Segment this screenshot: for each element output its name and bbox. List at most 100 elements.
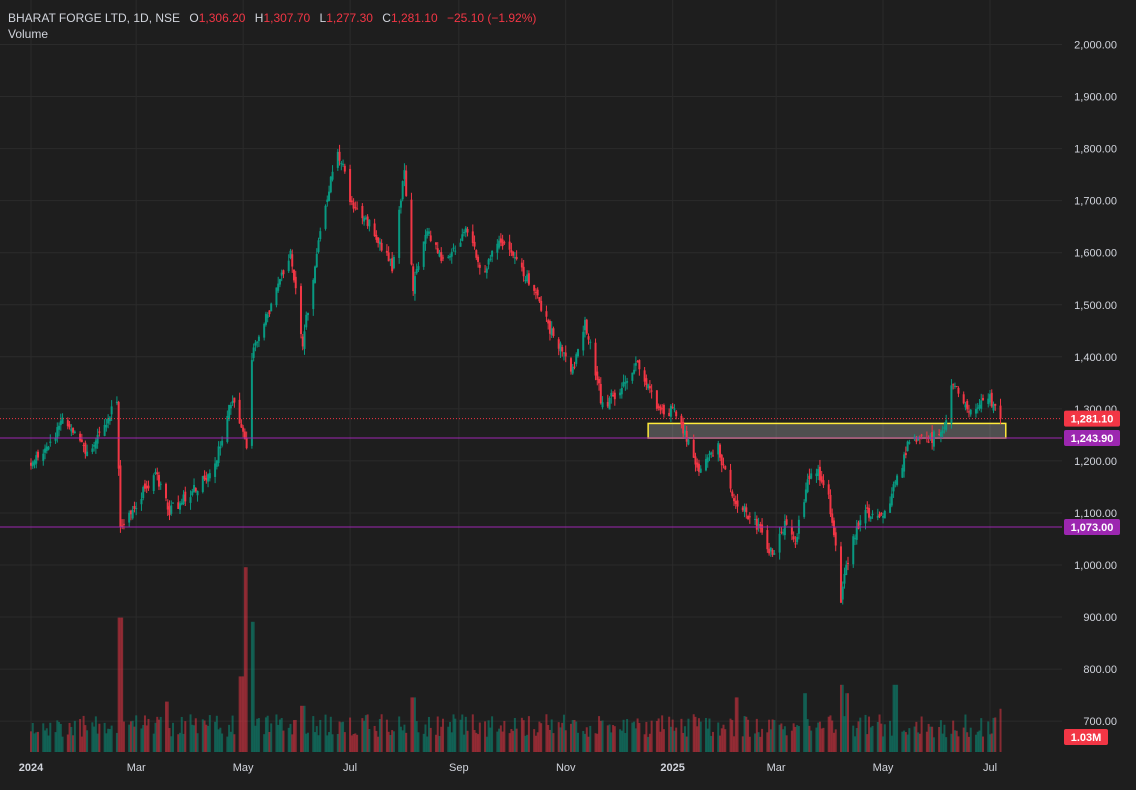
candle-body: [803, 502, 806, 517]
candle-body: [342, 164, 345, 166]
support-zone-rectangle[interactable]: [647, 422, 1007, 439]
candle-body: [510, 250, 513, 253]
volume-bar: [962, 727, 965, 752]
volume-bar: [201, 719, 204, 752]
candle-body: [91, 448, 94, 452]
volume-bar: [797, 726, 800, 752]
candle-body: [662, 405, 665, 415]
candle-body: [201, 476, 204, 492]
y-tick-label: 1,000.00: [1074, 560, 1117, 572]
volume-bar: [424, 724, 427, 752]
volume-bar: [804, 693, 807, 752]
volume-bar: [929, 726, 932, 752]
candle-body: [661, 408, 664, 410]
candle-body: [582, 331, 585, 351]
volume-bar: [927, 723, 930, 752]
candle-body: [717, 443, 720, 455]
volume-bar: [289, 723, 292, 752]
volume-bar: [710, 735, 713, 752]
candle-body: [312, 279, 315, 310]
x-tick-label: Sep: [449, 762, 469, 774]
volume-bar: [324, 714, 327, 752]
candle-body: [969, 409, 972, 415]
candle-body: [876, 515, 879, 518]
volume-legend: Volume: [8, 27, 49, 41]
candle-body: [981, 397, 984, 401]
volume-bar: [208, 715, 211, 752]
candle-body: [596, 371, 599, 380]
volume-bar: [449, 721, 452, 752]
volume-bar: [121, 617, 124, 752]
candle-body: [473, 241, 476, 247]
candle-body: [808, 475, 811, 480]
candle-body: [59, 420, 62, 426]
candle-body: [785, 519, 788, 525]
volume-bar: [191, 724, 194, 752]
volume-bar: [729, 718, 732, 752]
price-chart[interactable]: 2,000.00 1,900.00 1,800.00 1,700.00 1,600.00…: [0, 0, 1136, 790]
volume-bar: [720, 728, 723, 752]
candle-body: [854, 537, 857, 539]
candle-body: [550, 328, 553, 336]
volume-bar: [250, 621, 253, 752]
volume-bar: [638, 722, 641, 752]
volume-bar: [964, 714, 967, 752]
candle-body: [122, 523, 125, 525]
candle-body: [471, 231, 474, 244]
volume-bar: [817, 722, 820, 752]
candle-body: [452, 247, 455, 249]
candle-body: [734, 500, 737, 504]
volume-bar: [575, 721, 578, 752]
candle-body: [499, 238, 502, 243]
support-line-price-label: 1,073.00: [1071, 522, 1114, 534]
volume-bar: [669, 726, 672, 752]
volume-bar: [766, 732, 769, 752]
volume-bar: [412, 697, 415, 752]
volume-bar: [166, 701, 169, 752]
candle-body: [380, 242, 383, 251]
candle-body: [119, 465, 122, 528]
volume-bar: [831, 720, 834, 752]
volume-bar: [868, 716, 871, 752]
candle-body: [547, 320, 550, 324]
candle-body: [939, 432, 942, 437]
candle-body: [938, 434, 941, 436]
candle-body: [908, 442, 911, 444]
candle-body: [164, 483, 167, 499]
volume-bar: [47, 735, 50, 752]
volume-bar: [655, 720, 658, 752]
volume-bar: [599, 720, 602, 752]
volume-bar: [883, 724, 886, 752]
candle-body: [943, 427, 946, 429]
volume-bar: [275, 714, 278, 752]
candle-body: [108, 417, 111, 422]
candle-body: [953, 385, 956, 387]
candle-body: [906, 441, 909, 452]
x-tick-label: 2024: [19, 762, 44, 774]
candle-body: [526, 274, 529, 282]
candle-body: [291, 254, 294, 267]
candle-body: [256, 341, 259, 343]
candle-body: [796, 536, 799, 543]
volume-bar: [683, 726, 686, 752]
volume-bar: [854, 736, 857, 752]
y-tick-label: 700.00: [1083, 716, 1117, 728]
volume-bar: [366, 714, 369, 752]
volume-bar: [361, 718, 364, 752]
volume-bar: [242, 676, 245, 752]
volume-bar: [328, 732, 331, 752]
volume-bar: [66, 734, 69, 752]
candle-body: [729, 469, 732, 489]
candle-body: [250, 360, 253, 446]
candle-body: [287, 260, 290, 272]
candle-body: [634, 363, 637, 366]
candle-body: [442, 257, 445, 259]
chart-legend: BHARAT FORGE LTD, 1D, NSE O1,306.20 H1,3…: [8, 10, 536, 42]
volume-bar: [904, 732, 907, 752]
candle-body: [294, 276, 297, 289]
volume-bar: [415, 721, 418, 752]
change-value: −25.10 (−1.92%): [447, 11, 537, 25]
volume-bar: [54, 732, 57, 752]
candle-body: [845, 564, 848, 576]
x-tick-label: Jul: [983, 762, 997, 774]
